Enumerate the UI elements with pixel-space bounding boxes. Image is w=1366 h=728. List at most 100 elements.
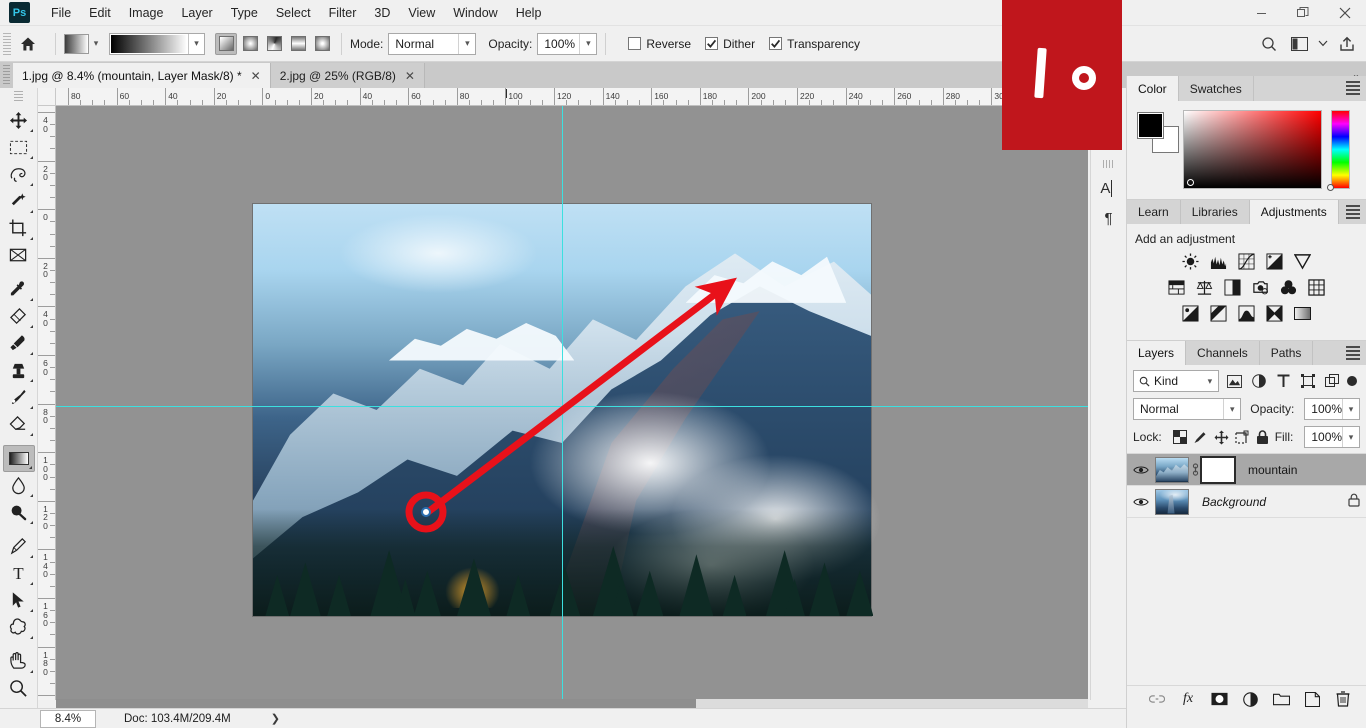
menu-item-view[interactable]: View xyxy=(399,3,444,23)
tab-adjustments[interactable]: Adjustments xyxy=(1249,200,1339,224)
menu-item-file[interactable]: File xyxy=(42,3,80,23)
tool-flyout-triangle-icon[interactable] xyxy=(29,325,33,328)
tab-color[interactable]: Color xyxy=(1127,76,1179,101)
tool-flyout-triangle-icon[interactable] xyxy=(29,210,33,213)
chevron-down-icon[interactable]: ▾ xyxy=(89,38,103,49)
tab-learn[interactable]: Learn xyxy=(1127,200,1181,224)
path-selection-tool[interactable] xyxy=(3,587,35,614)
checkbox-box[interactable] xyxy=(769,37,783,50)
color-field-cursor[interactable] xyxy=(1187,179,1194,186)
gradient-preset-chip[interactable] xyxy=(64,33,89,54)
transparency-checkbox[interactable]: Transparency xyxy=(769,37,860,51)
filter-enable-toggle[interactable] xyxy=(1347,376,1357,386)
smart-object-filter-icon[interactable] xyxy=(1323,372,1341,391)
adjustment-layers-filter-icon[interactable] xyxy=(1249,372,1267,391)
curves-icon[interactable] xyxy=(1237,252,1256,271)
color-lookup-icon[interactable] xyxy=(1307,278,1326,297)
photo-filter-icon[interactable] xyxy=(1251,278,1270,297)
tool-flyout-triangle-icon[interactable] xyxy=(29,352,33,355)
black-white-icon[interactable] xyxy=(1223,278,1242,297)
horizontal-ruler[interactable]: 80 60 40 20 0 20 40 60 80 100 120 140 160 180 200 220 24… xyxy=(56,88,1088,106)
dither-checkbox[interactable]: Dither xyxy=(705,37,755,51)
menu-item-edit[interactable]: Edit xyxy=(80,3,120,23)
gradient-type-reflected-gradient-button[interactable] xyxy=(287,33,309,55)
chevron-down-icon[interactable]: ▾ xyxy=(579,33,596,54)
chevron-down-icon[interactable]: ▾ xyxy=(1342,427,1359,447)
posterize-icon[interactable] xyxy=(1209,304,1228,323)
layer-filter-kind-select[interactable]: Kind ▾ xyxy=(1133,370,1219,392)
status-expand-icon[interactable]: ❯ xyxy=(271,712,280,725)
options-bar-grip[interactable] xyxy=(3,32,11,55)
hue-saturation-icon[interactable] xyxy=(1167,278,1186,297)
lock-artboard-icon[interactable] xyxy=(1235,429,1250,446)
paragraph-panel-icon[interactable]: ¶ xyxy=(1095,204,1123,232)
tab-layers[interactable]: Layers xyxy=(1127,341,1187,365)
gradient-type-diamond-gradient-button[interactable] xyxy=(311,33,333,55)
chevron-down-icon[interactable]: ▾ xyxy=(1342,399,1359,419)
eyedropper-tool[interactable] xyxy=(3,276,35,303)
exposure-icon[interactable] xyxy=(1265,252,1284,271)
checkbox-box[interactable] xyxy=(705,37,719,50)
canvas-area[interactable] xyxy=(56,106,1088,700)
color-field[interactable] xyxy=(1183,110,1322,189)
blend-mode-select[interactable]: Normal ▾ xyxy=(388,32,477,55)
character-panel-icon[interactable]: A xyxy=(1095,174,1123,202)
blur-tool[interactable] xyxy=(3,472,35,499)
horizontal-scrollbar[interactable] xyxy=(56,699,1088,708)
chevron-down-icon[interactable]: ▾ xyxy=(1202,376,1218,387)
menu-item-select[interactable]: Select xyxy=(267,3,320,23)
minimize-button[interactable] xyxy=(1240,0,1282,26)
color-balance-icon[interactable] xyxy=(1195,278,1214,297)
tab-channels[interactable]: Channels xyxy=(1186,341,1260,365)
restore-button[interactable] xyxy=(1282,0,1324,26)
layer-opacity-input[interactable]: 100% ▾ xyxy=(1304,398,1360,420)
gradient-preset-picker[interactable]: ▾ xyxy=(64,33,103,54)
layer-fill-input[interactable]: 100% ▾ xyxy=(1304,426,1361,448)
search-icon[interactable] xyxy=(1256,31,1282,57)
lasso-tool[interactable] xyxy=(3,161,35,188)
gradient-strip[interactable] xyxy=(111,34,187,53)
reverse-checkbox[interactable]: Reverse xyxy=(628,37,691,51)
pixel-layers-filter-icon[interactable] xyxy=(1225,372,1243,391)
tool-flyout-triangle-icon[interactable] xyxy=(29,494,33,497)
zoom-tool[interactable] xyxy=(3,675,35,702)
pen-tool[interactable] xyxy=(3,533,35,560)
tool-flyout-triangle-icon[interactable] xyxy=(29,379,33,382)
add-layer-mask-icon[interactable] xyxy=(1210,690,1228,708)
chevron-down-icon[interactable]: ▾ xyxy=(1223,399,1240,419)
object-selection-tool[interactable] xyxy=(3,188,35,215)
crop-tool[interactable] xyxy=(3,215,35,242)
menu-item-help[interactable]: Help xyxy=(507,3,551,23)
tab-bar-grip[interactable] xyxy=(3,65,10,85)
tool-flyout-triangle-icon[interactable] xyxy=(29,183,33,186)
tab-swatches[interactable]: Swatches xyxy=(1178,76,1254,101)
foreground-color-swatch[interactable] xyxy=(1137,112,1164,139)
frame-tool[interactable] xyxy=(3,242,35,269)
tool-flyout-triangle-icon[interactable] xyxy=(29,129,33,132)
tools-panel-grip[interactable] xyxy=(14,91,23,103)
chevron-down-icon[interactable]: ▾ xyxy=(188,33,204,54)
layer-style-icon[interactable]: fx xyxy=(1179,690,1197,708)
shape-layers-filter-icon[interactable] xyxy=(1298,372,1316,391)
tab-libraries[interactable]: Libraries xyxy=(1180,200,1250,224)
new-fill-adjustment-layer-icon[interactable] xyxy=(1241,690,1259,708)
gradient-type-linear-gradient-button[interactable] xyxy=(215,32,237,55)
selective-color-icon[interactable] xyxy=(1293,304,1312,323)
menu-item-layer[interactable]: Layer xyxy=(172,3,221,23)
menu-item-3d[interactable]: 3D xyxy=(365,3,399,23)
lock-position-icon[interactable] xyxy=(1214,429,1229,446)
horizontal-type-tool[interactable]: T xyxy=(3,560,35,587)
panel-menu-icon[interactable] xyxy=(1346,346,1360,360)
tool-flyout-triangle-icon[interactable] xyxy=(29,609,33,612)
chevron-down-icon[interactable]: ▾ xyxy=(458,33,475,54)
invert-icon[interactable] xyxy=(1181,304,1200,323)
tool-flyout-triangle-icon[interactable] xyxy=(29,406,33,409)
tool-flyout-triangle-icon[interactable] xyxy=(29,433,33,436)
custom-shape-tool[interactable] xyxy=(3,614,35,641)
vibrance-icon[interactable] xyxy=(1293,252,1312,271)
gradient-tool[interactable] xyxy=(2,445,35,472)
type-layers-filter-icon[interactable] xyxy=(1274,372,1292,391)
brightness-contrast-icon[interactable] xyxy=(1181,252,1200,271)
ruler-corner[interactable] xyxy=(38,88,56,106)
panel-menu-icon[interactable] xyxy=(1346,205,1360,219)
